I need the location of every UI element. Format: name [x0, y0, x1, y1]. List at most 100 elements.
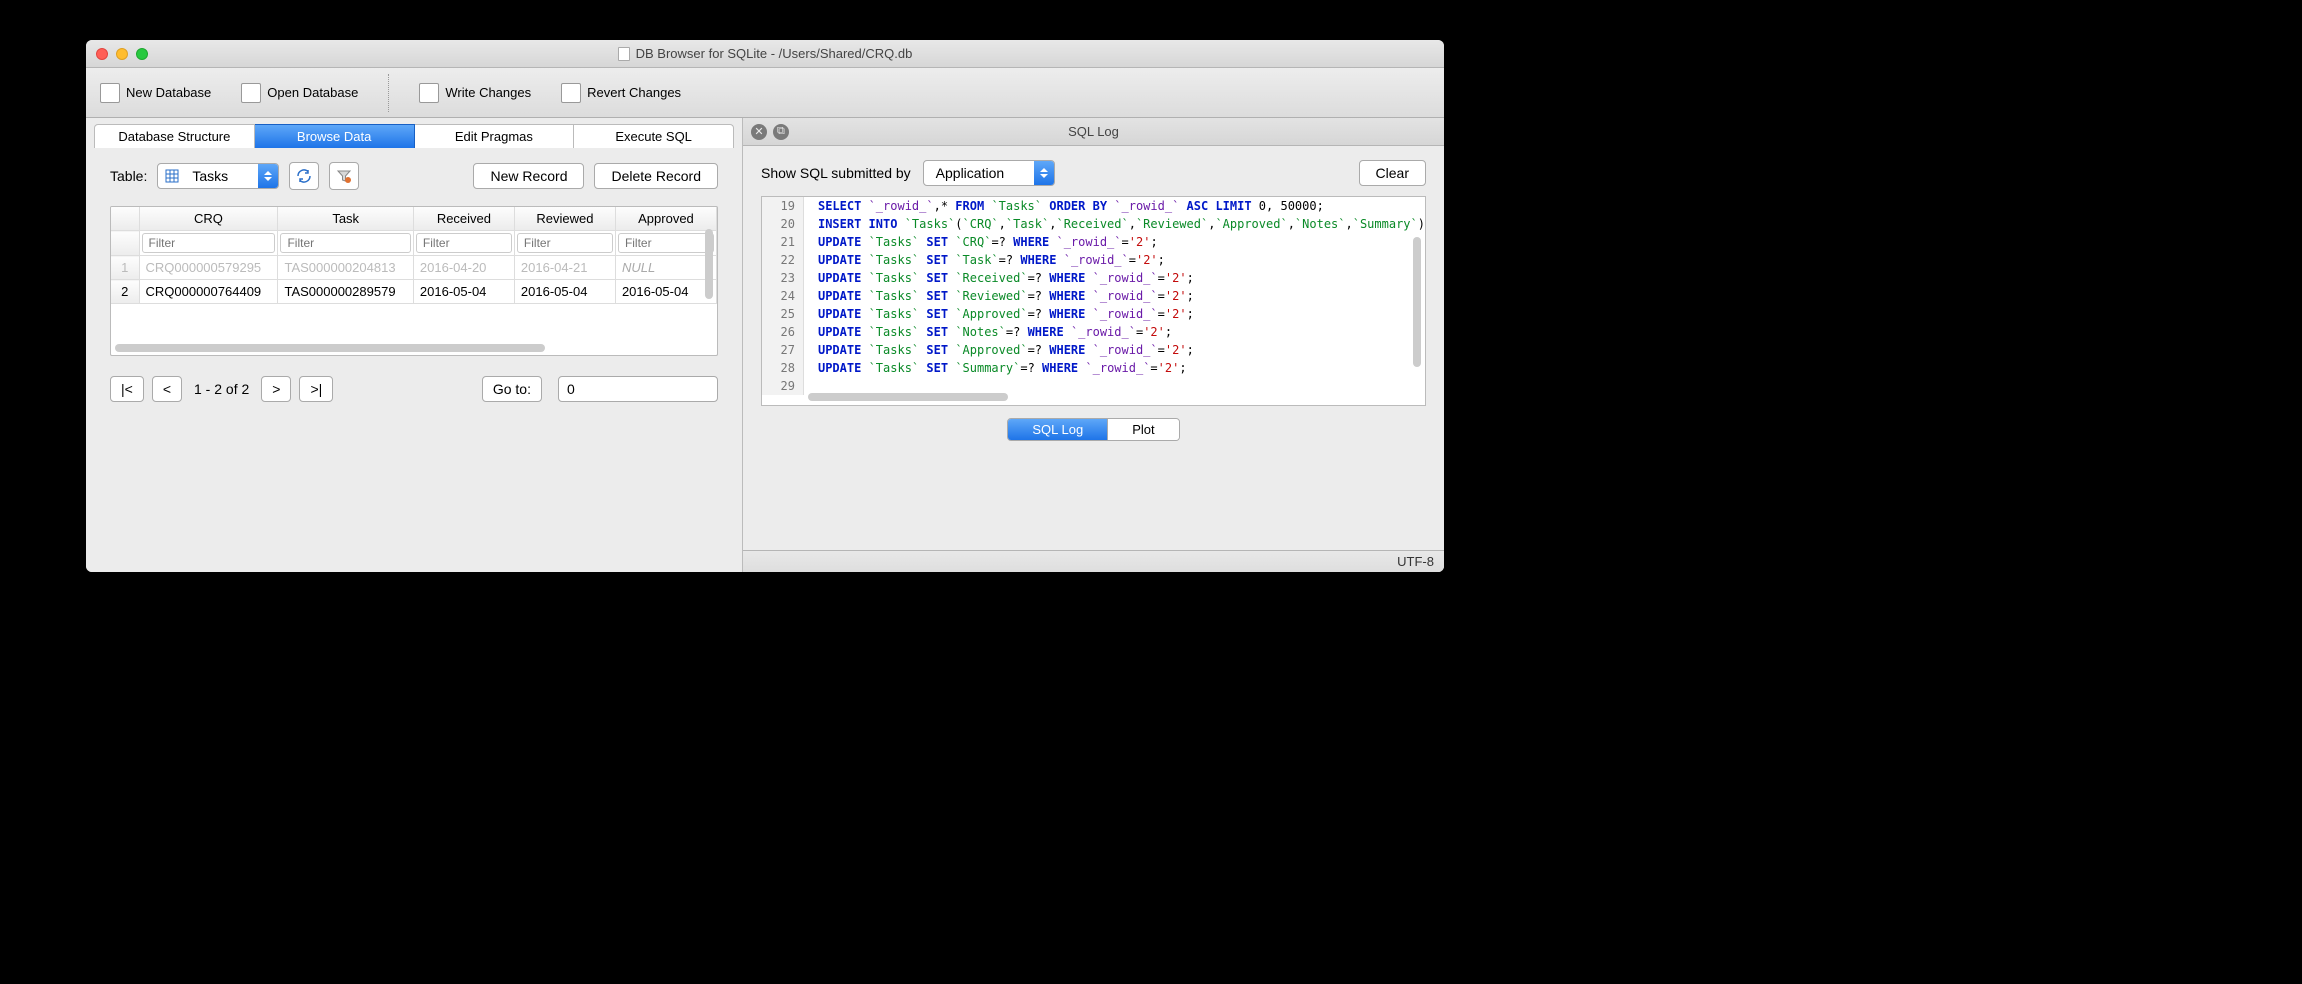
main-toolbar: New Database Open Database Write Changes…	[86, 68, 1444, 118]
tab-plot[interactable]: Plot	[1107, 419, 1178, 440]
open-database-label: Open Database	[267, 85, 358, 100]
line-number: 22	[762, 251, 804, 269]
log-line-text: UPDATE `Tasks` SET `Notes`=? WHERE `_row…	[804, 323, 1172, 341]
pager-prev-button[interactable]: <	[152, 376, 182, 402]
table-icon	[158, 169, 186, 183]
row-number: 2	[111, 280, 139, 304]
revert-changes-button[interactable]: Revert Changes	[561, 83, 681, 103]
log-line: 24UPDATE `Tasks` SET `Reviewed`=? WHERE …	[762, 287, 1425, 305]
pager-last-button[interactable]: >|	[299, 376, 333, 402]
row-number: 1	[111, 256, 139, 280]
cell-received[interactable]: 2016-05-04	[413, 280, 514, 304]
log-line-text: SELECT `_rowid_`,* FROM `Tasks` ORDER BY…	[804, 197, 1324, 215]
cell-reviewed[interactable]: 2016-05-04	[514, 280, 615, 304]
clear-log-button[interactable]: Clear	[1359, 160, 1426, 186]
cell-task[interactable]: TAS000000204813	[278, 256, 413, 280]
minimize-icon[interactable]	[116, 48, 128, 60]
new-database-button[interactable]: New Database	[100, 83, 211, 103]
column-header[interactable]: Approved	[615, 207, 716, 231]
log-line-text: UPDATE `Tasks` SET `CRQ`=? WHERE `_rowid…	[804, 233, 1158, 251]
close-icon[interactable]	[96, 48, 108, 60]
browse-panel: Table: Tasks	[86, 148, 742, 572]
horizontal-scrollbar[interactable]	[115, 344, 545, 352]
table-select[interactable]: Tasks	[157, 163, 279, 189]
right-bottom-tabs: SQL Log Plot	[743, 418, 1444, 441]
line-number: 23	[762, 269, 804, 287]
pager-next-button[interactable]: >	[261, 376, 291, 402]
table-row[interactable]: 2CRQ000000764409TAS0000002895792016-05-0…	[111, 280, 716, 304]
column-header[interactable]: Received	[413, 207, 514, 231]
goto-label: Go to:	[482, 376, 542, 402]
log-line-text: UPDATE `Tasks` SET `Approved`=? WHERE `_…	[804, 341, 1194, 359]
chevron-updown-icon	[258, 164, 278, 188]
delete-record-button[interactable]: Delete Record	[594, 163, 718, 189]
detach-pane-icon[interactable]: ⧉	[773, 124, 789, 140]
line-number: 20	[762, 215, 804, 233]
row-number-filter	[111, 231, 139, 256]
log-hscrollbar[interactable]	[808, 393, 1008, 401]
cell-received[interactable]: 2016-04-20	[413, 256, 514, 280]
log-line: 21UPDATE `Tasks` SET `CRQ`=? WHERE `_row…	[762, 233, 1425, 251]
table-select-value: Tasks	[186, 168, 258, 184]
tab-execute-sql[interactable]: Execute SQL	[574, 124, 734, 148]
column-filter-input[interactable]	[416, 233, 512, 253]
new-record-button[interactable]: New Record	[473, 163, 584, 189]
vertical-scrollbar[interactable]	[705, 229, 713, 299]
revert-changes-label: Revert Changes	[587, 85, 681, 100]
chevron-updown-icon	[1034, 161, 1054, 185]
window-title: DB Browser for SQLite - /Users/Shared/CR…	[86, 46, 1444, 61]
revert-changes-icon	[561, 83, 581, 103]
clear-filters-button[interactable]	[329, 162, 359, 190]
log-line-text: INSERT INTO `Tasks`(`CRQ`,`Task`,`Receiv…	[804, 215, 1425, 233]
sql-log-view[interactable]: 19SELECT `_rowid_`,* FROM `Tasks` ORDER …	[761, 196, 1426, 406]
table-row[interactable]: 1CRQ000000579295TAS0000002048132016-04-2…	[111, 256, 716, 280]
log-line-text: UPDATE `Tasks` SET `Received`=? WHERE `_…	[804, 269, 1194, 287]
column-header[interactable]: Task	[278, 207, 413, 231]
tab-browse-data[interactable]: Browse Data	[255, 124, 415, 148]
pager-first-button[interactable]: |<	[110, 376, 144, 402]
column-header[interactable]: Reviewed	[514, 207, 615, 231]
window-controls	[96, 48, 148, 60]
tab-edit-pragmas[interactable]: Edit Pragmas	[415, 124, 575, 148]
new-database-icon	[100, 83, 120, 103]
cell-approved[interactable]: NULL	[615, 256, 716, 280]
zoom-icon[interactable]	[136, 48, 148, 60]
show-sql-label: Show SQL submitted by	[761, 165, 911, 181]
pager: |< < 1 - 2 of 2 > >| Go to:	[110, 376, 718, 402]
cell-approved[interactable]: 2016-05-04	[615, 280, 716, 304]
line-number: 26	[762, 323, 804, 341]
cell-reviewed[interactable]: 2016-04-21	[514, 256, 615, 280]
goto-input[interactable]	[558, 376, 718, 402]
cell-task[interactable]: TAS000000289579	[278, 280, 413, 304]
toolbar-divider	[388, 74, 389, 112]
write-changes-button[interactable]: Write Changes	[419, 83, 531, 103]
log-line: 20INSERT INTO `Tasks`(`CRQ`,`Task`,`Rece…	[762, 215, 1425, 233]
window-title-text: DB Browser for SQLite - /Users/Shared/CR…	[636, 46, 913, 61]
cell-crq[interactable]: CRQ000000764409	[139, 280, 278, 304]
column-header[interactable]: CRQ	[139, 207, 278, 231]
statusbar: UTF-8	[743, 550, 1444, 572]
sqllog-controls: Show SQL submitted by Application Clear	[743, 146, 1444, 196]
line-number: 21	[762, 233, 804, 251]
log-vscrollbar[interactable]	[1413, 237, 1421, 367]
tab-structure[interactable]: Database Structure	[94, 124, 255, 148]
tab-sql-log[interactable]: SQL Log	[1008, 419, 1107, 440]
column-filter-input[interactable]	[280, 233, 410, 253]
table-label: Table:	[110, 168, 147, 184]
cell-crq[interactable]: CRQ000000579295	[139, 256, 278, 280]
funnel-icon	[336, 168, 352, 184]
close-pane-icon[interactable]: ✕	[751, 124, 767, 140]
table-controls: Table: Tasks	[110, 162, 718, 190]
column-filter-input[interactable]	[142, 233, 276, 253]
open-database-button[interactable]: Open Database	[241, 83, 358, 103]
refresh-button[interactable]	[289, 162, 319, 190]
log-line-text: UPDATE `Tasks` SET `Approved`=? WHERE `_…	[804, 305, 1194, 323]
row-number-header	[111, 207, 139, 231]
column-filter-input[interactable]	[517, 233, 613, 253]
new-database-label: New Database	[126, 85, 211, 100]
sql-source-select[interactable]: Application	[923, 160, 1056, 186]
column-filter-input[interactable]	[618, 233, 714, 253]
log-line: 19SELECT `_rowid_`,* FROM `Tasks` ORDER …	[762, 197, 1425, 215]
left-panel: Database Structure Browse Data Edit Prag…	[86, 118, 743, 572]
log-line: 27UPDATE `Tasks` SET `Approved`=? WHERE …	[762, 341, 1425, 359]
